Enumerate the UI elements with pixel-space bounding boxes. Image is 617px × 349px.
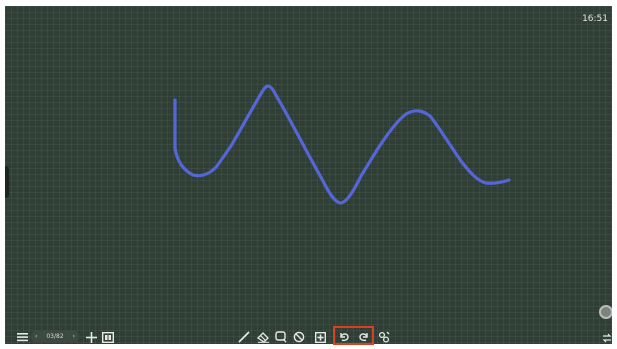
undo-icon[interactable] <box>337 329 351 343</box>
add-page-icon[interactable] <box>84 330 98 344</box>
eraser-icon[interactable] <box>256 330 270 344</box>
page-overview-icon[interactable] <box>101 330 115 344</box>
drawing-layer <box>173 84 511 205</box>
menu-icon[interactable] <box>15 330 29 344</box>
page-number-label: 03/82 <box>46 333 64 340</box>
page-navigator: ‹ 03/82 › <box>31 330 79 343</box>
lasso-select-icon[interactable] <box>274 330 288 344</box>
chevron-right-icon[interactable]: › <box>73 330 75 343</box>
clear-icon[interactable] <box>292 330 306 344</box>
switch-side-icon[interactable] <box>600 331 614 345</box>
chevron-left-icon[interactable]: ‹ <box>35 330 37 343</box>
whiteboard-canvas[interactable]: 16:51 <box>5 6 612 344</box>
pen-icon[interactable] <box>237 330 251 344</box>
redo-icon[interactable] <box>357 329 371 343</box>
insert-icon[interactable] <box>313 330 327 344</box>
tools-icon[interactable] <box>377 330 391 344</box>
pen-stroke[interactable] <box>173 84 511 205</box>
floating-ball-button[interactable] <box>599 305 612 319</box>
